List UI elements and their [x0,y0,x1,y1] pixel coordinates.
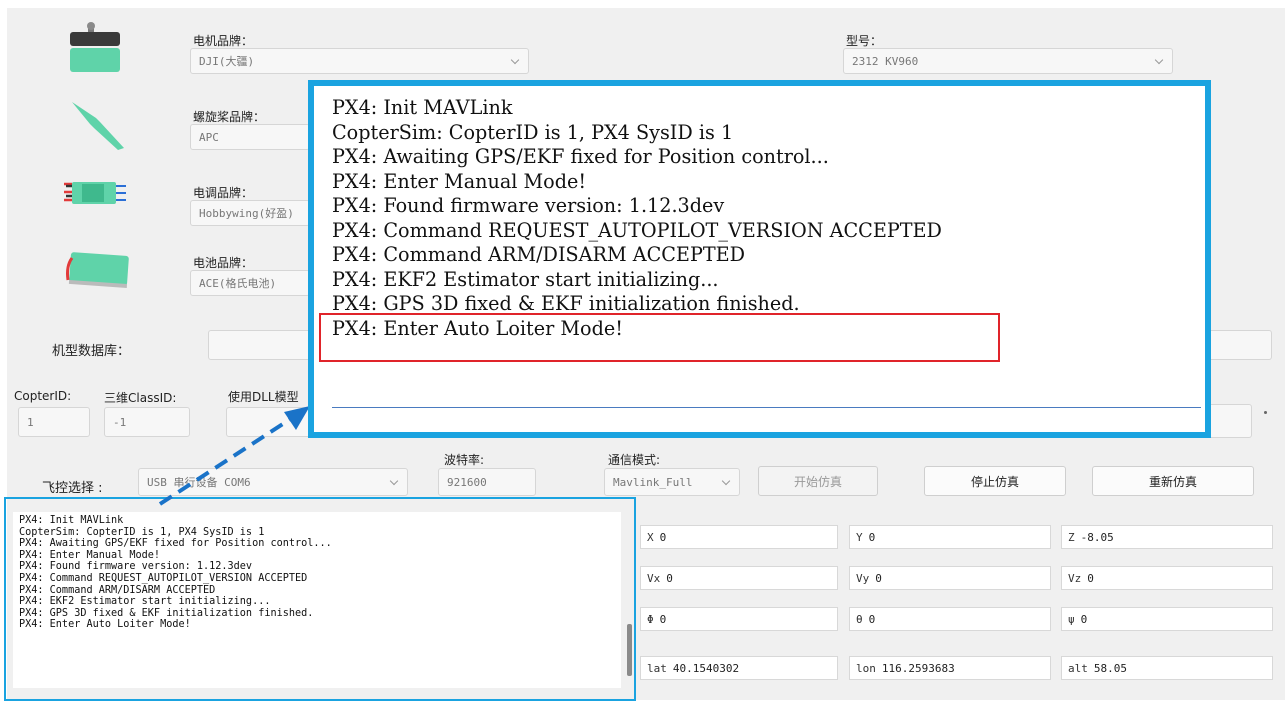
model-label: 型号： [846,34,883,48]
state-key: Z [1068,530,1075,544]
log-line: PX4: Found firmware version: 1.12.3dev [332,194,725,217]
motor-brand-value: DJI(大疆) [199,55,255,68]
state-field-lat[interactable]: lat 40.1540302 [640,656,838,680]
state-value: 0 [666,571,673,585]
log-line: PX4: Enter Manual Mode! [332,169,587,193]
zoomed-log-frame: PX4: Init MAVLink CopterSim: CopterID is … [308,80,1211,438]
state-value: 0 [868,530,876,544]
state-key: X [647,530,654,544]
baud-field[interactable]: 921600 [438,468,536,496]
zoomed-log-divider [332,407,1201,408]
start-sim-button[interactable]: 开始仿真 [758,466,878,496]
comm-mode-label: 通信模式: [608,453,661,467]
log-line: PX4: Command REQUEST_AUTOPILOT_VERSION A… [332,218,942,242]
state-key: lon [856,661,876,675]
chevron-down-icon [389,476,399,486]
battery-brand-value: ACE(格氏电池) [199,277,277,290]
state-value: 58.05 [1093,661,1127,675]
log-line: CopterSim: CopterID is 1, PX4 SysID is 1 [332,120,734,144]
state-value: 40.1540302 [672,661,740,675]
prop-brand-value: APC [199,130,219,144]
state-field-ψ[interactable]: ψ0 [1061,607,1273,631]
prop-brand-combo[interactable]: APC [190,124,310,150]
small-log-highlight-frame [4,497,636,701]
state-field-alt[interactable]: alt 58.05 [1061,656,1273,680]
log-line: PX4: Awaiting GPS/EKF fixed for Position… [332,145,829,168]
state-field-lon[interactable]: lon 116.2593683 [849,656,1051,680]
battery-brand-label: 电池品牌： [193,256,254,270]
dot-icon [1264,411,1267,414]
model-db-field-right[interactable] [1206,330,1272,360]
battery-brand-combo[interactable]: ACE(格氏电池) [190,270,310,296]
chevron-down-icon [510,55,520,65]
state-value: 0 [659,612,667,626]
comm-mode-combo[interactable]: Mavlink_Full [604,468,740,496]
state-value: 0 [875,571,882,585]
state-field-y[interactable]: Y0 [849,525,1051,549]
state-key: Vx [647,571,661,585]
state-key: Vy [856,571,870,585]
state-value: -8.05 [1080,530,1114,544]
copter-id-label: CopterID: [14,389,72,403]
state-field-vz[interactable]: Vz 0 [1061,566,1273,590]
stop-sim-button[interactable]: 停止仿真 [924,466,1066,496]
esc-brand-label: 电调品牌： [193,186,254,200]
esc-brand-combo[interactable]: Hobbywing(好盈) [190,200,310,226]
state-key: Y [856,530,863,544]
baud-label: 波特率: [444,453,485,467]
model-db-label: 机型数据库： [52,344,131,359]
motor-brand-label: 电机品牌： [193,34,254,48]
chevron-down-icon [721,476,731,486]
state-key: θ [856,612,863,626]
motor-brand-combo[interactable]: DJI(大疆) [190,48,529,74]
state-key: Vz [1068,571,1082,585]
highlight-box [319,313,1000,362]
dll-model-label: 使用DLL模型 [228,390,299,404]
zoomed-console-log: PX4: Init MAVLink CopterSim: CopterID is … [332,96,1199,341]
copter-id-field[interactable]: 1 [18,407,90,437]
state-key: lat [647,661,667,675]
esc-brand-value: Hobbywing(好盈) [199,207,294,220]
model-db-field[interactable] [208,330,314,360]
dll-model-field-right[interactable] [1206,404,1252,438]
prop-brand-label: 螺旋桨品牌： [193,110,266,124]
state-value: 116.2593683 [881,661,955,675]
comm-mode-value: Mavlink_Full [613,475,693,489]
zoom-arrow [158,406,310,506]
esc-icon [64,182,126,204]
state-field-θ[interactable]: θ0 [849,607,1051,631]
model-value: 2312 KV960 [852,54,919,68]
state-field-vx[interactable]: Vx 0 [640,566,838,590]
state-field-z[interactable]: Z -8.05 [1061,525,1273,549]
state-key: ψ [1068,612,1075,626]
fc-select-label: 飞控选择 : [42,481,103,496]
state-value: 0 [659,530,667,544]
chevron-down-icon [1154,55,1164,65]
log-line: PX4: Init MAVLink [332,96,513,119]
state-field-x[interactable]: X0 [640,525,838,549]
state-key: alt [1068,661,1088,675]
state-value: 0 [1080,612,1088,626]
motor-icon [70,22,120,72]
state-field-φ[interactable]: Φ0 [640,607,838,631]
model-combo[interactable]: 2312 KV960 [843,48,1173,74]
log-line: PX4: Command ARM/DISARM ACCEPTED [332,243,746,266]
restart-sim-button[interactable]: 重新仿真 [1092,466,1254,496]
battery-icon [66,252,129,288]
state-field-vy[interactable]: Vy 0 [849,566,1051,590]
state-key: Φ [647,612,654,626]
log-line: PX4: EKF2 Estimator start initializing..… [332,267,719,291]
state-value: 0 [868,612,876,626]
state-value: 0 [1087,571,1094,585]
propeller-icon [72,102,124,150]
